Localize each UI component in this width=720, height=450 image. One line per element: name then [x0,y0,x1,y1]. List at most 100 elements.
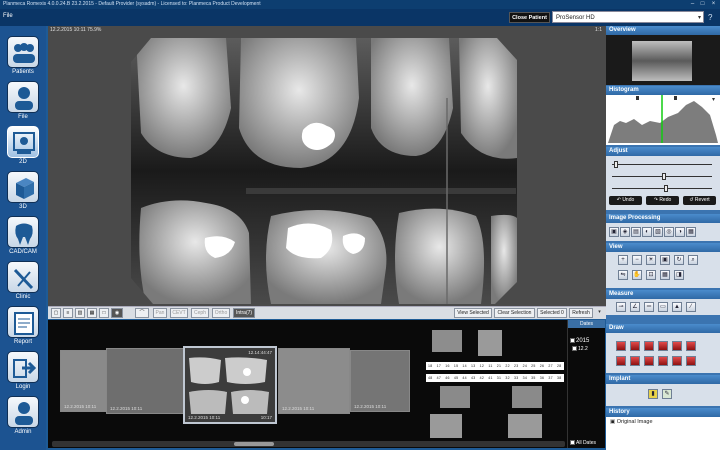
tooth-number[interactable]: 38 [555,374,564,382]
layout-grid-icon[interactable]: ▦ [87,308,97,318]
view-header[interactable]: View [606,243,720,252]
draw-freehand-icon[interactable] [686,341,696,351]
redo-button[interactable]: ↷ Redo [646,196,679,205]
draw-line-icon[interactable] [616,341,626,351]
tooth-number[interactable]: 42 [478,374,487,382]
tooth-number[interactable]: 31 [495,374,504,382]
device-select[interactable]: ProSensor HD ▾ [552,11,704,23]
zoom-in-icon[interactable]: + [618,255,628,265]
clear-selection-button[interactable]: Clear Selection [494,308,535,318]
close-patient-button[interactable]: Close Patient [509,12,550,23]
smooth-icon[interactable]: ▧ [653,227,663,237]
emboss-icon[interactable]: ◎ [664,227,674,237]
measure-header[interactable]: Measure [606,290,720,299]
layout-single-icon[interactable]: ▢ [51,308,61,318]
histogram-panel[interactable]: ▾ [606,95,720,145]
tooth-filter-icon[interactable]: ⌒ [135,308,149,318]
tooth-number[interactable]: 41 [486,374,495,382]
tooth-xray-thumb[interactable] [430,414,462,438]
implant-header[interactable]: Implant [606,375,720,384]
draw-ellipse-icon[interactable] [658,341,668,351]
date-year[interactable]: 2015 [568,328,605,344]
image-viewer[interactable]: 12.2.2015 10:11 75.9% 1:1 [48,26,606,306]
tooth-xray-thumb[interactable] [508,414,542,438]
nav-login[interactable]: Login [2,351,44,393]
tooth-number[interactable]: 35 [529,374,538,382]
thumbnail[interactable]: 12.2.2015 10:11 [60,350,108,412]
view-selected-button[interactable]: View Selected [454,308,492,318]
ruler-icon[interactable]: ⊸ [616,302,626,312]
year-checkbox[interactable] [570,338,575,343]
pan-icon[interactable]: ✋ [632,270,642,280]
gamma-slider[interactable] [612,185,712,192]
filter-ceph-button[interactable]: CEVT [170,308,188,318]
tooth-number[interactable]: 14 [460,362,469,370]
history-header[interactable]: History [606,408,720,417]
draw-text-icon[interactable] [672,341,682,351]
nav-report[interactable]: Report [2,306,44,348]
nav-clinic[interactable]: Clinic [2,261,44,303]
calibrate-icon[interactable]: ⁄ [686,302,696,312]
tooth-xray-thumb[interactable] [440,386,470,408]
undo-button[interactable]: ↶ Undo [609,196,642,205]
image-processing-header[interactable]: Image Processing [606,214,720,223]
tooth-numbers-bottom[interactable]: 48 47 46 45 44 43 42 41 31 32 33 34 35 36 37 38 [426,374,564,382]
slider-knob[interactable] [662,173,666,180]
date-day[interactable]: 12.2 [568,344,605,352]
close-window-icon[interactable]: × [709,1,718,8]
tooth-number[interactable]: 11 [486,362,495,370]
draw-edit-icon[interactable] [672,356,682,366]
overview-header[interactable]: Overview [606,26,720,35]
brightness-slider[interactable] [612,161,712,168]
tooth-number[interactable]: 25 [529,362,538,370]
minimize-icon[interactable]: – [688,1,697,8]
revert-button[interactable]: ↺ Revert [683,196,716,205]
chevron-down-icon[interactable]: ▾ [595,308,604,318]
tooth-number[interactable]: 28 [555,362,564,370]
tooth-number[interactable]: 27 [546,362,555,370]
all-dates-checkbox[interactable] [570,440,575,446]
maximize-icon[interactable]: □ [698,1,707,8]
draw-stamp-icon[interactable] [644,356,654,366]
tooth-number[interactable]: 36 [538,374,547,382]
tooth-number[interactable]: 48 [426,374,435,382]
filter-icon[interactable]: ▣ [609,227,619,237]
tooth-xray-thumb[interactable] [478,330,502,356]
tooth-number[interactable]: 16 [443,362,452,370]
thumbnail-scrollbar[interactable] [52,441,565,447]
nav-file[interactable]: File [2,81,44,123]
grid-icon[interactable]: ▦ [660,270,670,280]
adjust-header[interactable]: Adjust [606,147,720,156]
tooth-number[interactable]: 18 [426,362,435,370]
tooth-numbers-top[interactable]: 18 17 16 15 14 13 12 11 21 22 23 24 25 26 27 28 [426,362,564,370]
histogram-header[interactable]: Histogram [606,86,720,95]
tooth-number[interactable]: 37 [546,374,555,382]
profile-icon[interactable]: ▲ [672,302,682,312]
draw-rect-icon[interactable] [644,341,654,351]
slider-knob[interactable] [664,185,668,192]
day-checkbox[interactable] [572,346,577,352]
filter-intra-button[interactable]: Intra(7) [233,308,255,318]
tooth-xray-thumb[interactable] [432,330,462,352]
implant-tool-icon[interactable]: ✎ [662,389,672,399]
flip-icon[interactable]: ⇋ [618,270,628,280]
area-icon[interactable]: ▭ [658,302,668,312]
tooth-number[interactable]: 26 [538,362,547,370]
filter-pan-button[interactable]: Pan [153,308,167,318]
tooth-number[interactable]: 24 [521,362,530,370]
tooth-number[interactable]: 45 [452,374,461,382]
xray-image[interactable] [131,38,517,304]
filter-ortho-button[interactable]: Ortho [212,308,230,318]
scrollbar-thumb[interactable] [234,442,274,446]
fit-icon[interactable]: ▣ [660,255,670,265]
tooth-xray-thumb[interactable] [512,386,542,408]
thumbnail-strip[interactable]: 12.2.2015 10:11 12.2.2015 10:11 12.14:44… [48,320,568,448]
tooth-number[interactable]: 15 [452,362,461,370]
tooth-number[interactable]: 34 [521,374,530,382]
nav-3d[interactable]: 3D [2,171,44,213]
filter-cephalo-button[interactable]: Ceph [191,308,209,318]
tooth-number[interactable]: 12 [478,362,487,370]
color-map-icon[interactable]: ▦ [686,227,696,237]
thumbnail[interactable]: 12.2.2015 10:11 [350,350,410,412]
tooth-number[interactable]: 44 [460,374,469,382]
